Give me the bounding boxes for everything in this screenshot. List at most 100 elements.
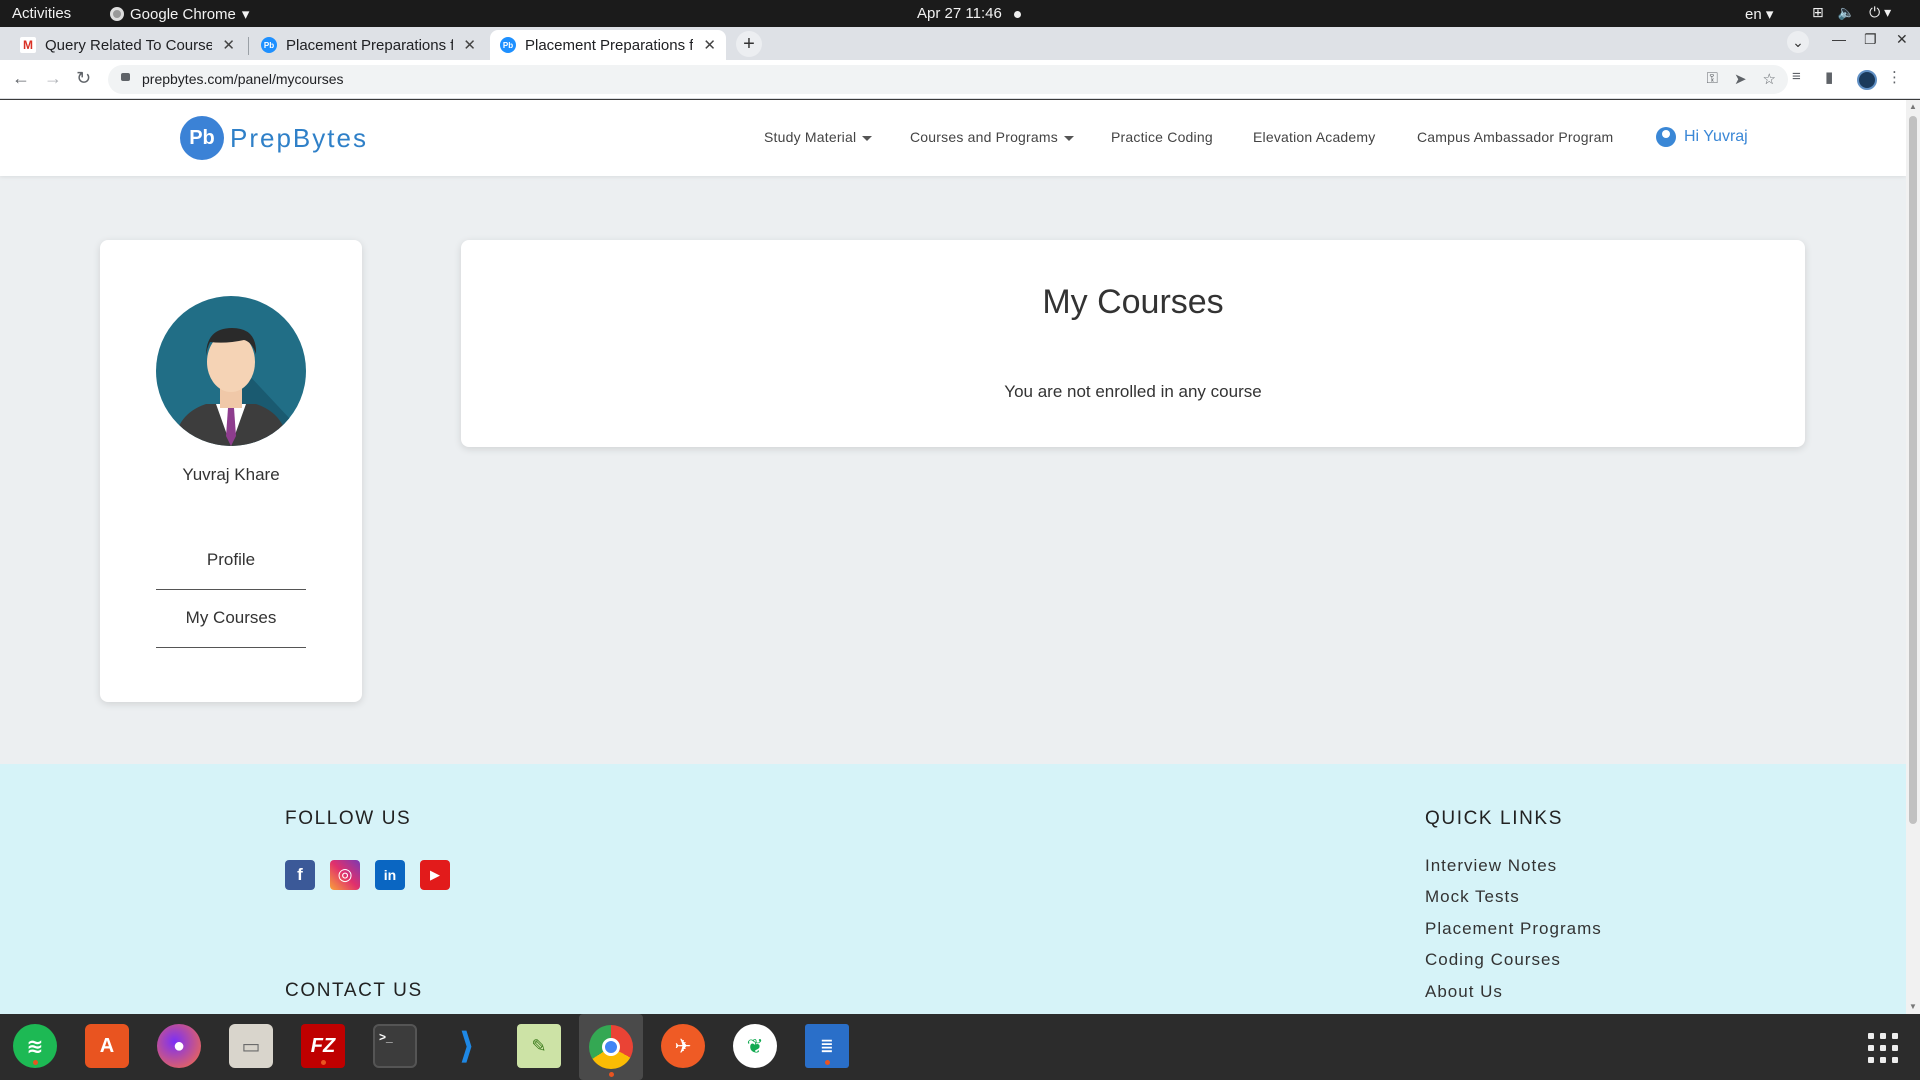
kebab-menu-icon[interactable]: ⋮ <box>1887 68 1902 86</box>
text-editor-icon[interactable]: ✎ <box>517 1024 561 1068</box>
chevron-down-icon: ▾ <box>241 6 250 23</box>
restore-button[interactable]: ❐ <box>1864 31 1877 48</box>
quick-link-placement-programs[interactable]: Placement Programs <box>1425 919 1602 939</box>
volume-icon: 🔈 <box>1837 4 1856 20</box>
tab-strip: M Query Related To Course ✕ Pb Placement… <box>0 27 1920 60</box>
send-icon[interactable]: ➤ <box>1734 70 1747 88</box>
sidebar-link-my-courses[interactable]: My Courses <box>156 608 306 648</box>
forward-button[interactable]: → <box>44 68 62 89</box>
close-tab-icon[interactable]: ✕ <box>703 36 716 54</box>
address-bar[interactable]: prepbytes.com/panel/mycourses ⚿ ➤ ☆ <box>108 65 1788 94</box>
vscode-icon[interactable]: ⟩ <box>445 1024 489 1068</box>
activities-button[interactable]: Activities <box>12 5 71 22</box>
logo-mark: Pb <box>180 116 224 160</box>
network-icon: ⊞ <box>1812 4 1824 20</box>
nav-courses-and-programs[interactable]: Courses and Programs <box>910 129 1074 145</box>
minimize-button[interactable]: — <box>1832 31 1846 47</box>
libreoffice-writer-icon[interactable]: ≣ <box>805 1024 849 1068</box>
logo-text: PrepBytes <box>230 122 368 153</box>
page-title: My Courses <box>1042 283 1224 321</box>
site-footer: FOLLOW US f ◎ in ▶ CONTACT US QUICK LINK… <box>0 764 1906 1014</box>
close-window-button[interactable]: ✕ <box>1896 31 1908 48</box>
nav-elevation-academy[interactable]: Elevation Academy <box>1253 129 1375 145</box>
browser-toolbar: ← → ↻ prepbytes.com/panel/mycourses ⚿ ➤ … <box>0 60 1920 99</box>
power-icon: ⏻ ▾ <box>1869 4 1892 20</box>
site-logo[interactable]: Pb PrepBytes <box>180 116 368 160</box>
browser-tab[interactable]: M Query Related To Course ✕ <box>10 30 245 60</box>
system-tray[interactable]: ⊞ 🔈 ⏻ ▾ <box>1812 4 1891 21</box>
empty-state-message: You are not enrolled in any course <box>1004 382 1262 401</box>
chrome-dock-button[interactable] <box>579 1014 643 1080</box>
browser-tab[interactable]: Pb Placement Preparations f ✕ <box>251 30 486 60</box>
quick-link-about-us[interactable]: About Us <box>1425 982 1503 1002</box>
follow-us-heading: FOLLOW US <box>285 808 412 829</box>
prepbytes-icon: Pb <box>500 37 516 53</box>
chrome-icon <box>589 1025 633 1069</box>
mongodb-compass-icon[interactable]: ❦ <box>733 1024 777 1068</box>
quick-links-heading: QUICK LINKS <box>1425 808 1563 829</box>
language-indicator[interactable]: en ▾ <box>1745 5 1773 23</box>
person-avatar-icon <box>174 328 306 446</box>
profile-sidebar: Yuvraj Khare Profile My Courses <box>100 240 362 702</box>
lock-icon <box>121 73 130 81</box>
nav-study-material[interactable]: Study Material <box>764 129 873 145</box>
site-header: Pb PrepBytes Study Material Courses and … <box>0 100 1906 176</box>
youtube-icon[interactable]: ▶ <box>420 860 450 890</box>
omnibox-actions: ⚿ ➤ ☆ <box>1707 70 1776 88</box>
user-greeting[interactable]: Hi Yuvraj <box>1656 127 1748 147</box>
software-center-icon[interactable]: A <box>85 1024 129 1068</box>
nav-campus-ambassador[interactable]: Campus Ambassador Program <box>1417 129 1613 145</box>
browser-tab-active[interactable]: Pb Placement Preparations f ✕ <box>490 30 726 60</box>
linkedin-icon[interactable]: in <box>375 860 405 890</box>
nav-practice-coding[interactable]: Practice Coding <box>1111 129 1213 145</box>
caret-down-icon <box>1063 135 1074 141</box>
tab-separator <box>248 37 249 55</box>
instagram-icon[interactable]: ◎ <box>330 860 360 890</box>
show-applications-icon[interactable] <box>1868 1033 1898 1063</box>
social-links: f ◎ in ▶ <box>285 860 450 890</box>
page-scrollbar[interactable]: ▲ ▼ <box>1906 100 1920 1014</box>
nav-study-material-label: Study Material <box>764 129 857 145</box>
close-tab-icon[interactable]: ✕ <box>463 36 476 54</box>
firefox-icon[interactable]: ● <box>157 1024 201 1068</box>
quick-link-mock-tests[interactable]: Mock Tests <box>1425 887 1520 907</box>
media-control-icon[interactable]: ≡ <box>1792 68 1801 85</box>
user-name: Yuvraj Khare <box>182 465 280 484</box>
language-label: en <box>1745 6 1762 23</box>
side-panel-icon[interactable]: ▮ <box>1825 68 1833 86</box>
close-tab-icon[interactable]: ✕ <box>222 36 235 54</box>
filezilla-icon[interactable]: FZ <box>301 1024 345 1068</box>
terminal-icon[interactable]: >_ <box>373 1024 417 1068</box>
reload-button[interactable]: ↻ <box>76 68 91 89</box>
postman-icon[interactable]: ✈ <box>661 1024 705 1068</box>
gmail-icon: M <box>20 37 36 53</box>
app-menu[interactable]: Google Chrome ▾ <box>110 5 249 23</box>
tab-title: Placement Preparations f <box>286 36 454 54</box>
caret-down-icon <box>862 135 873 141</box>
profile-avatar-button[interactable] <box>1857 70 1877 90</box>
files-icon[interactable]: ▭ <box>229 1024 273 1068</box>
scroll-down-arrow-icon[interactable]: ▼ <box>1909 1002 1917 1011</box>
facebook-icon[interactable]: f <box>285 860 315 890</box>
url-text: prepbytes.com/panel/mycourses <box>142 71 344 87</box>
new-tab-button[interactable]: + <box>736 31 762 57</box>
scrollbar-thumb[interactable] <box>1909 116 1917 824</box>
spotify-icon[interactable]: ≋ <box>13 1024 57 1068</box>
clock[interactable]: Apr 27 11:46 <box>917 5 1021 22</box>
quick-link-coding-courses[interactable]: Coding Courses <box>1425 950 1561 970</box>
clock-time: 11:46 <box>965 5 1002 22</box>
user-circle-icon <box>1656 127 1676 147</box>
system-top-bar: Activities Google Chrome ▾ Apr 27 11:46 … <box>0 0 1920 27</box>
ubuntu-dock: ≋ A ● ▭ FZ >_ ⟩ ✎ ✈ ❦ ≣ <box>0 1014 1920 1080</box>
back-button[interactable]: ← <box>12 68 30 89</box>
greeting-label: Hi Yuvraj <box>1684 128 1748 145</box>
bookmark-star-icon[interactable]: ☆ <box>1763 70 1776 88</box>
tab-title: Placement Preparations f <box>525 36 694 54</box>
scroll-up-arrow-icon[interactable]: ▲ <box>1909 102 1917 111</box>
sidebar-link-profile[interactable]: Profile <box>156 550 306 590</box>
tab-search-button[interactable]: ⌄ <box>1787 31 1809 53</box>
chrome-icon <box>110 7 124 21</box>
quick-link-interview-notes[interactable]: Interview Notes <box>1425 856 1557 876</box>
contact-us-heading: CONTACT US <box>285 980 423 1001</box>
key-icon[interactable]: ⚿ <box>1707 70 1718 88</box>
